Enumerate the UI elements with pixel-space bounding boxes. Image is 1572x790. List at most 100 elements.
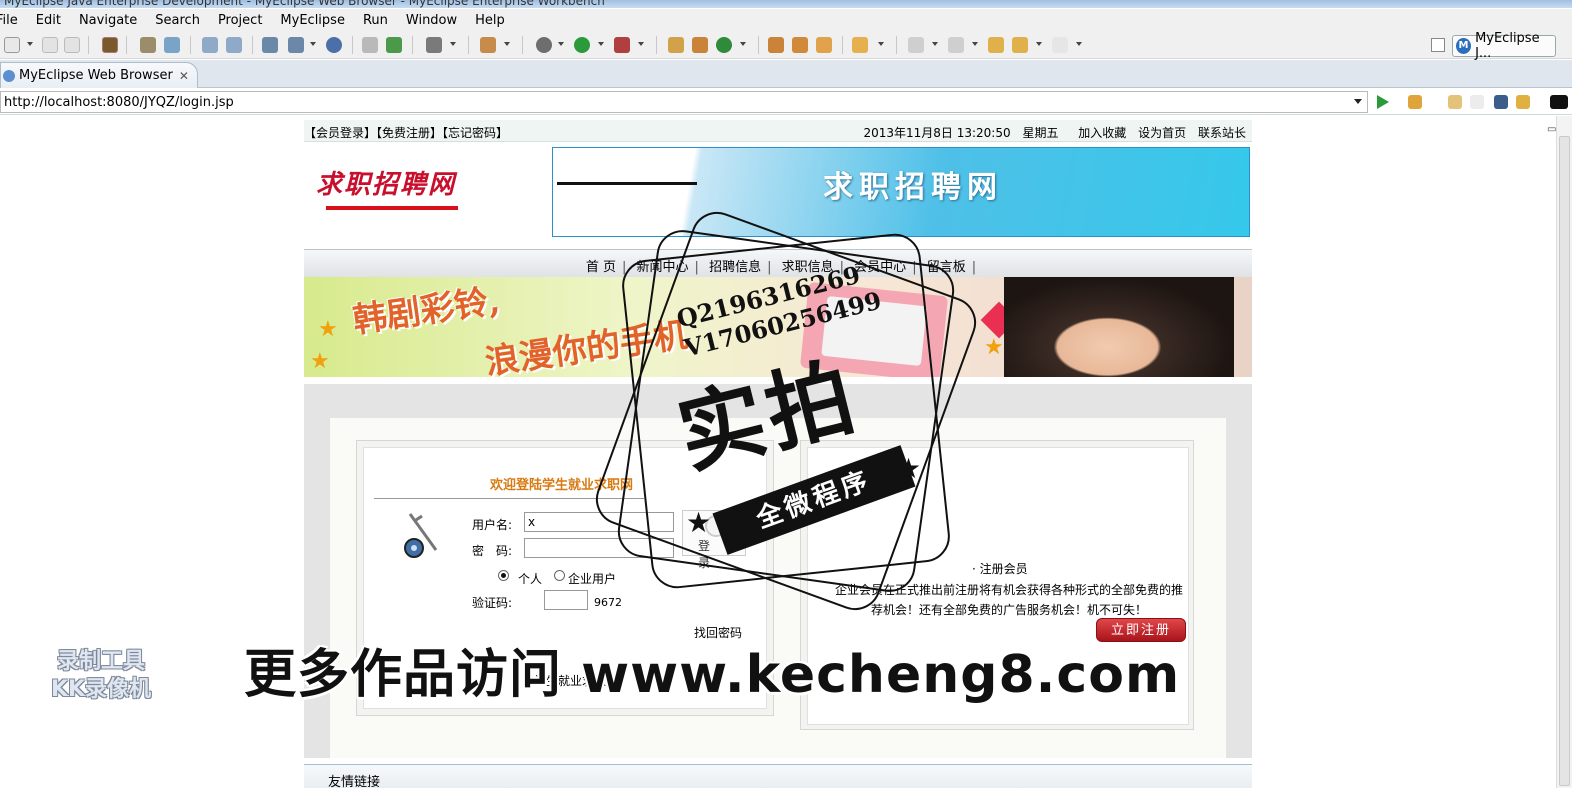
search-file-icon[interactable]	[852, 37, 868, 53]
search-dropdown-icon[interactable]	[878, 42, 884, 46]
menu-window[interactable]: Window	[397, 13, 466, 28]
ad-banner[interactable]: ★ ★ 韩剧彩铃, 浪漫你的手机 ★	[304, 277, 1252, 377]
key-icon	[404, 513, 438, 558]
open-resource-icon[interactable]	[692, 37, 708, 53]
refresh-dropdown-icon[interactable]	[740, 42, 746, 46]
browser-back-icon[interactable]	[1448, 95, 1462, 109]
friend-links: 友情链接	[304, 764, 1252, 790]
server-icon[interactable]	[164, 37, 180, 53]
nav-member-center[interactable]: 会员中心	[848, 260, 912, 275]
open-type-icon[interactable]	[668, 37, 684, 53]
back-icon[interactable]	[1012, 37, 1028, 53]
run-dropdown-icon[interactable]	[598, 42, 604, 46]
open-perspective-icon[interactable]	[1431, 38, 1445, 52]
forward-icon[interactable]	[1052, 37, 1068, 53]
debug-bug-icon[interactable]	[140, 37, 156, 53]
menu-project[interactable]: Project	[209, 13, 271, 28]
prev-annotation-dropdown-icon[interactable]	[972, 42, 978, 46]
refresh-icon[interactable]	[716, 37, 732, 53]
terminal-dropdown-icon[interactable]	[450, 42, 456, 46]
debug-dropdown-icon[interactable]	[558, 42, 564, 46]
close-tab-icon[interactable]: ✕	[179, 69, 189, 83]
deploy-icon[interactable]	[202, 37, 218, 53]
radio-company-label: 企业用户	[568, 572, 617, 586]
new-class-icon[interactable]	[480, 37, 496, 53]
save-icon[interactable]	[42, 37, 58, 53]
add-favorite-link[interactable]: 加入收藏	[1078, 126, 1126, 140]
contact-admin-link[interactable]: 联系站长	[1198, 126, 1246, 140]
username-label: 用户名:	[472, 518, 513, 532]
menu-search[interactable]: Search	[146, 13, 209, 28]
browser-forward-icon[interactable]	[1470, 95, 1484, 109]
nav-home[interactable]: 首 页	[580, 260, 622, 275]
last-edit-icon[interactable]	[988, 37, 1004, 53]
radio-personal[interactable]	[498, 570, 509, 581]
debug-icon[interactable]	[536, 37, 552, 53]
browser-refresh-icon[interactable]	[1516, 95, 1530, 109]
run-server-icon[interactable]	[262, 37, 278, 53]
menu-navigate[interactable]: Navigate	[70, 13, 146, 28]
radio-company[interactable]	[554, 570, 565, 581]
run-icon[interactable]	[574, 37, 590, 53]
couple-photo-frame	[799, 281, 949, 377]
menu-file[interactable]: File	[0, 13, 27, 28]
go-icon[interactable]	[1377, 95, 1389, 109]
tasks-icon[interactable]	[816, 37, 832, 53]
captcha-input[interactable]	[544, 590, 588, 610]
browser-dropdown-icon[interactable]	[310, 42, 316, 46]
window-titlebar: MyEclipse Java Enterprise Development - …	[0, 0, 1572, 8]
username-input[interactable]	[524, 512, 674, 532]
scrollbar-thumb[interactable]	[1559, 136, 1570, 786]
perspective-switcher[interactable]: M MyEclipse J...	[1452, 31, 1556, 61]
url-input[interactable]	[0, 91, 1368, 113]
folder-open-icon[interactable]	[768, 37, 784, 53]
pencil-icon[interactable]	[792, 37, 808, 53]
back-dropdown-icon[interactable]	[1036, 42, 1042, 46]
banner-title: 求职招聘网	[823, 170, 1003, 205]
external-tools-icon[interactable]	[614, 37, 630, 53]
new-project-icon[interactable]	[386, 37, 402, 53]
undeploy-icon[interactable]	[226, 37, 242, 53]
nav-job-seekers[interactable]: 求职信息	[776, 260, 840, 275]
web-icon[interactable]	[326, 37, 342, 53]
vertical-scrollbar[interactable]	[1556, 116, 1572, 788]
toolbar-separator	[126, 36, 127, 54]
external-tools-dropdown-icon[interactable]	[638, 42, 644, 46]
prev-annotation-icon[interactable]	[948, 37, 964, 53]
url-history-dropdown-icon[interactable]	[1354, 99, 1362, 104]
package-icon[interactable]	[102, 37, 118, 53]
password-input[interactable]	[524, 538, 674, 558]
nav-jobs[interactable]: 招聘信息	[703, 260, 767, 275]
toolbar-separator	[252, 36, 253, 54]
open-folder-icon[interactable]	[362, 37, 378, 53]
menu-run[interactable]: Run	[354, 13, 397, 28]
set-homepage-link[interactable]: 设为首页	[1138, 126, 1186, 140]
next-annotation-icon[interactable]	[908, 37, 924, 53]
new-class-dropdown-icon[interactable]	[504, 42, 510, 46]
forward-dropdown-icon[interactable]	[1076, 42, 1082, 46]
next-annotation-dropdown-icon[interactable]	[932, 42, 938, 46]
browser-stop-icon[interactable]	[1494, 95, 1508, 109]
toolbar-separator	[896, 36, 897, 54]
toolbar-separator	[656, 36, 657, 54]
ad-slogan-line2: 浪漫你的手机	[482, 314, 691, 377]
member-links[interactable]: 【会员登录】【免费注册】【忘记密码】	[304, 124, 508, 141]
nav-guestbook[interactable]: 留言板	[921, 260, 972, 275]
new-icon[interactable]	[4, 37, 20, 53]
menu-help[interactable]: Help	[466, 13, 514, 28]
browser-address-bar	[0, 89, 1572, 115]
toolbar-separator	[842, 36, 843, 54]
menu-edit[interactable]: Edit	[27, 13, 70, 28]
open-browser-icon[interactable]	[288, 37, 304, 53]
toolbar-separator	[758, 36, 759, 54]
site-logo[interactable]: 求职招聘网	[316, 164, 456, 201]
print-icon[interactable]	[64, 37, 80, 53]
menu-myeclipse[interactable]: MyEclipse	[271, 13, 354, 28]
terminal-icon[interactable]	[426, 37, 442, 53]
new-dropdown-icon[interactable]	[27, 42, 33, 46]
browser-console-icon[interactable]	[1550, 95, 1568, 109]
login-button[interactable]: 登录	[682, 510, 746, 570]
tab-myeclipse-web-browser[interactable]: MyEclipse Web Browser ✕	[0, 62, 198, 88]
favorites-icon[interactable]	[1408, 95, 1422, 109]
nav-news[interactable]: 新闻中心	[631, 260, 695, 275]
